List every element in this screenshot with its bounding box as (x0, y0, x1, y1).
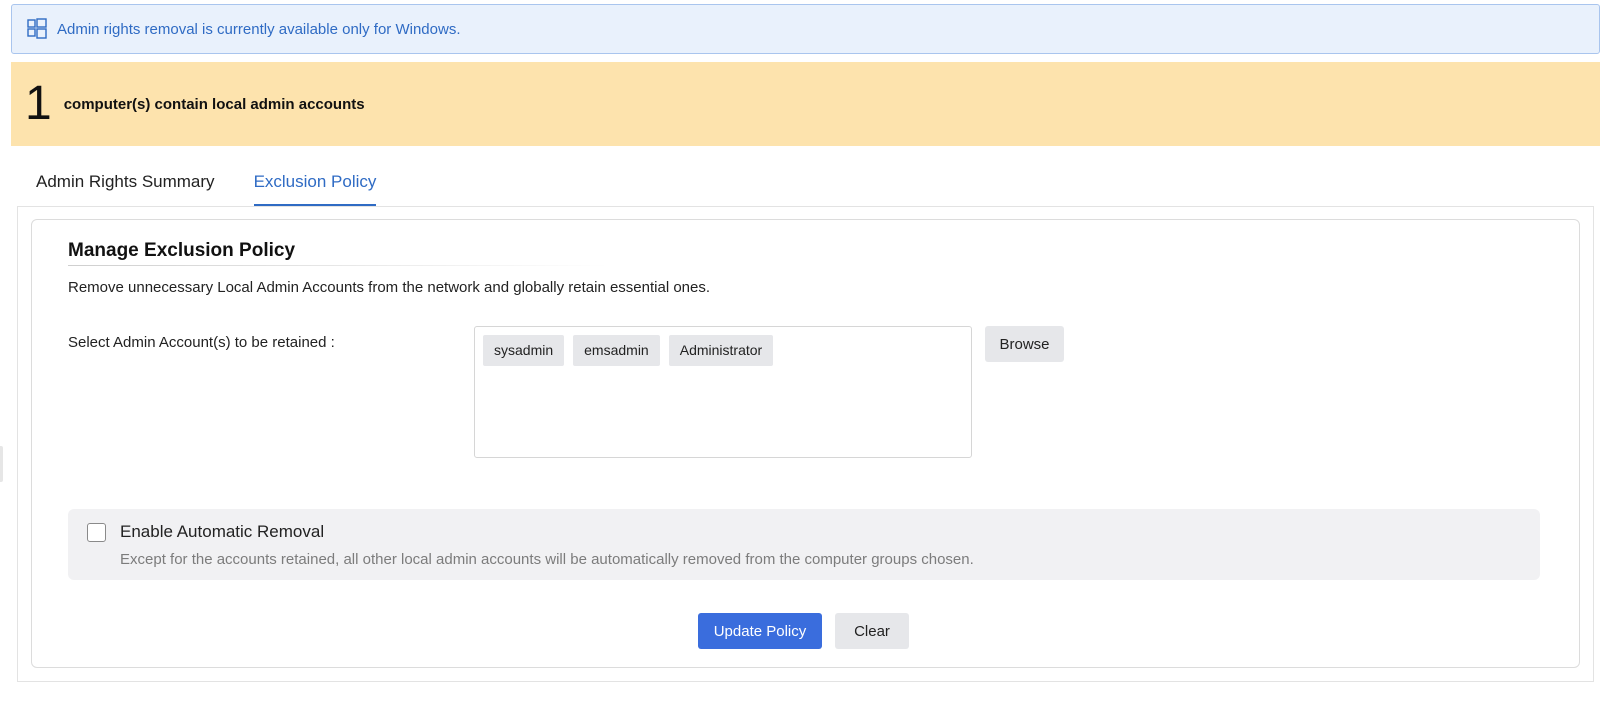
retained-accounts-input[interactable]: sysadmin emsadmin Administrator (474, 326, 972, 458)
admin-computer-count: 1 (25, 77, 52, 130)
info-banner: Admin rights removal is currently availa… (11, 4, 1600, 54)
windows-logo-icon (26, 18, 48, 40)
admin-count-banner: 1 computer(s) contain local admin accoun… (11, 62, 1600, 146)
automatic-removal-title: Enable Automatic Removal (120, 522, 325, 541)
browse-button[interactable]: Browse (985, 326, 1064, 362)
info-banner-text: Admin rights removal is currently availa… (57, 20, 461, 38)
account-tag-sysadmin[interactable]: sysadmin (483, 335, 565, 366)
side-panel-handle[interactable] (0, 446, 3, 482)
retain-accounts-label: Select Admin Account(s) to be retained : (68, 334, 335, 351)
admin-count-label: computer(s) contain local admin accounts (63, 95, 365, 113)
automatic-removal-section (68, 509, 1540, 580)
enable-automatic-removal-checkbox[interactable] (87, 523, 106, 542)
account-tag-emsadmin[interactable]: emsadmin (573, 335, 660, 366)
tab-admin-rights-summary[interactable]: Admin Rights Summary (36, 164, 215, 206)
clear-button[interactable]: Clear (835, 613, 909, 649)
update-policy-button[interactable]: Update Policy (698, 613, 822, 649)
tab-exclusion-policy[interactable]: Exclusion Policy (253, 164, 377, 206)
tab-bar: Admin Rights Summary Exclusion Policy (36, 164, 377, 206)
policy-description: Remove unnecessary Local Admin Accounts … (68, 279, 711, 296)
account-tag-administrator[interactable]: Administrator (668, 335, 774, 366)
automatic-removal-description: Except for the accounts retained, all ot… (120, 551, 974, 568)
page-title: Manage Exclusion Policy (68, 240, 296, 261)
title-divider (68, 265, 608, 266)
